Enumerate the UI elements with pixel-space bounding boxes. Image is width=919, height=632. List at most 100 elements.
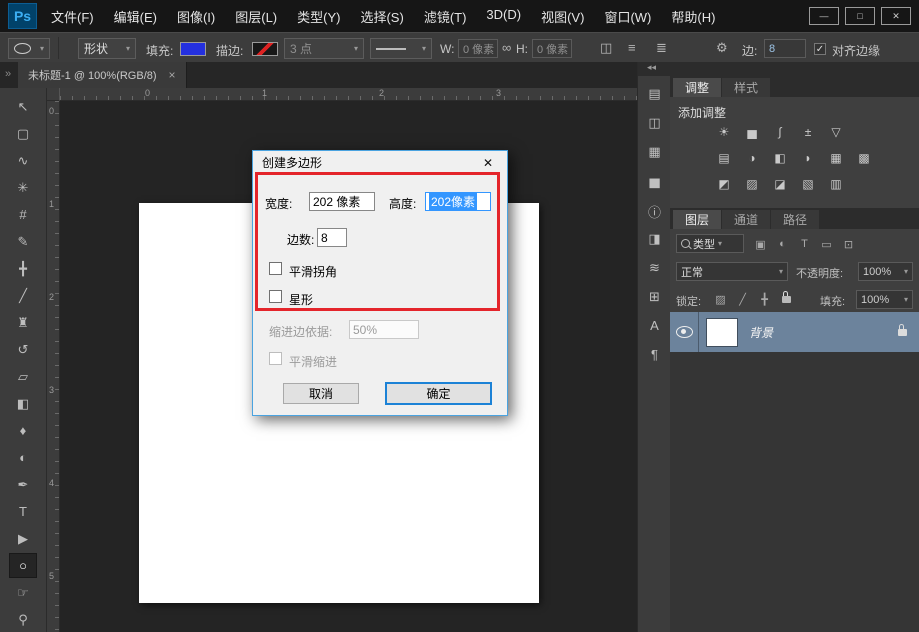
layer-row-background[interactable]: 背景 <box>670 312 919 352</box>
character-panel-icon[interactable]: A <box>638 318 671 333</box>
align-edges-checkbox[interactable]: ✓ <box>814 43 826 55</box>
brightness-contrast-icon[interactable]: ☀ <box>712 122 736 142</box>
swatches-panel-icon[interactable]: ▦ <box>638 144 671 160</box>
tab-channels[interactable]: 通道 <box>722 210 770 229</box>
clone-source-panel-icon[interactable]: ◫ <box>638 115 671 131</box>
edges-input[interactable]: 8 <box>764 39 806 58</box>
lock-transparent-icon[interactable]: ▨ <box>712 291 729 307</box>
ok-button[interactable]: 确定 <box>385 382 492 405</box>
black-white-icon[interactable]: ◧ <box>768 148 792 168</box>
exposure-icon[interactable]: ± <box>796 122 820 142</box>
fill-opacity-value[interactable]: 100% ▾ <box>856 290 913 309</box>
tool-mode-dropdown[interactable]: 形状 ▾ <box>78 38 136 59</box>
invert-icon[interactable]: ◩ <box>712 174 736 194</box>
histogram-panel-icon[interactable]: ▅ <box>638 173 671 189</box>
menu-window[interactable]: 窗口(W) <box>604 7 651 26</box>
tool-presets-panel-icon[interactable]: ⊞ <box>638 289 671 305</box>
levels-icon[interactable]: ▅ <box>740 122 764 142</box>
eyedropper-tool[interactable]: ✎ <box>9 229 37 254</box>
blur-tool[interactable]: ♦ <box>9 418 37 443</box>
adjustment-layer-filter-icon[interactable]: ◐ <box>774 236 791 252</box>
threshold-icon[interactable]: ◪ <box>768 174 792 194</box>
dodge-tool[interactable]: ◐ <box>9 445 37 470</box>
brush-tool[interactable]: ╱ <box>9 283 37 308</box>
ellipse-tool[interactable]: ○ <box>9 553 37 578</box>
vertical-ruler[interactable]: 012345 <box>47 101 60 632</box>
gradient-map-icon[interactable]: ▥ <box>824 174 848 194</box>
path-selection-tool[interactable]: ▶ <box>9 526 37 551</box>
link-dimensions-icon[interactable]: ∞ <box>502 40 511 56</box>
menu-layer[interactable]: 图层(L) <box>235 7 277 26</box>
menu-type[interactable]: 类型(Y) <box>297 7 340 26</box>
shape-width-input[interactable]: 0 像素 <box>458 39 498 58</box>
dialog-titlebar[interactable]: 创建多边形 ✕ <box>253 151 507 174</box>
document-tab[interactable]: 未标题-1 @ 100%(RGB/8) × <box>18 62 187 88</box>
shape-layer-filter-icon[interactable]: ▭ <box>818 236 835 252</box>
layer-filter-dropdown[interactable]: 类型 ▾ <box>676 234 744 253</box>
info-panel-icon[interactable]: ⓘ <box>638 202 671 221</box>
horizontal-ruler[interactable]: 0123 <box>60 88 637 101</box>
zoom-tool[interactable]: ⚲ <box>9 607 37 632</box>
height-input[interactable]: 202像素 <box>425 192 491 211</box>
menu-view[interactable]: 视图(V) <box>541 7 584 26</box>
smooth-corners-checkbox[interactable] <box>269 262 282 275</box>
posterize-icon[interactable]: ▨ <box>740 174 764 194</box>
toolbar-collapse-icon[interactable]: » <box>5 68 11 80</box>
menu-select[interactable]: 选择(S) <box>360 7 403 26</box>
cancel-button[interactable]: 取消 <box>283 383 359 404</box>
maximize-button[interactable]: □ <box>845 7 875 25</box>
history-brush-tool[interactable]: ↺ <box>9 337 37 362</box>
menu-filter[interactable]: 滤镜(T) <box>424 7 467 26</box>
path-operations-icon[interactable]: ◫ <box>600 40 612 56</box>
smart-object-filter-icon[interactable]: ⊡ <box>840 236 857 252</box>
properties-panel-icon[interactable]: ▤ <box>638 86 671 102</box>
blend-mode-dropdown[interactable]: 正常 ▾ <box>676 262 788 281</box>
lock-pixels-icon[interactable]: ╱ <box>734 291 751 307</box>
lasso-tool[interactable]: ∿ <box>9 148 37 173</box>
width-input[interactable]: 202 像素 <box>309 192 375 211</box>
menu-edit[interactable]: 编辑(E) <box>114 7 157 26</box>
paragraph-panel-icon[interactable]: ¶ <box>638 347 671 362</box>
menu-file[interactable]: 文件(F) <box>51 7 94 26</box>
color-lookup-icon[interactable]: ▩ <box>852 148 876 168</box>
selective-color-icon[interactable]: ▧ <box>796 174 820 194</box>
gear-icon[interactable]: ⚙ <box>716 40 728 56</box>
shape-height-input[interactable]: 0 像素 <box>532 39 572 58</box>
path-arrange-icon[interactable]: ≣ <box>656 40 667 56</box>
hue-saturation-icon[interactable]: ▤ <box>712 148 736 168</box>
tool-preset-dropdown[interactable]: ▾ <box>8 38 50 59</box>
sides-input[interactable]: 8 <box>317 228 347 247</box>
star-checkbox[interactable] <box>269 290 282 303</box>
pixel-layer-filter-icon[interactable]: ▣ <box>752 236 769 252</box>
tab-adjustments[interactable]: 调整 <box>673 78 721 97</box>
type-layer-filter-icon[interactable]: T <box>796 236 813 252</box>
vibrance-icon[interactable]: ▽ <box>824 122 848 142</box>
stroke-color-swatch[interactable] <box>252 42 278 56</box>
lock-position-icon[interactable]: ╋ <box>756 291 773 307</box>
curves-icon[interactable]: ∫ <box>768 122 792 142</box>
crop-tool[interactable]: # <box>9 202 37 227</box>
tab-paths[interactable]: 路径 <box>771 210 819 229</box>
close-tab-icon[interactable]: × <box>169 68 176 82</box>
color-balance-icon[interactable]: ◑ <box>740 148 764 168</box>
minimize-button[interactable]: — <box>809 7 839 25</box>
fill-color-swatch[interactable] <box>180 42 206 56</box>
menu-3d[interactable]: 3D(D) <box>486 7 521 26</box>
eraser-tool[interactable]: ▱ <box>9 364 37 389</box>
clone-stamp-tool[interactable]: ♜ <box>9 310 37 335</box>
lock-all-icon[interactable] <box>778 291 795 307</box>
tab-layers[interactable]: 图层 <box>673 210 721 229</box>
menu-image[interactable]: 图像(I) <box>177 7 215 26</box>
brush-panel-icon[interactable]: ≋ <box>638 260 671 276</box>
color-panel-icon[interactable]: ◨ <box>638 231 671 247</box>
opacity-value[interactable]: 100% ▾ <box>858 262 913 281</box>
tab-styles[interactable]: 样式 <box>722 78 770 97</box>
hand-tool[interactable]: ☞ <box>9 580 37 605</box>
visibility-toggle[interactable] <box>670 312 699 352</box>
photo-filter-icon[interactable]: ◗ <box>796 148 820 168</box>
type-tool[interactable]: T <box>9 499 37 524</box>
panels-collapse-icon[interactable]: ◂◂ <box>638 62 670 76</box>
channel-mixer-icon[interactable]: ▦ <box>824 148 848 168</box>
menu-help[interactable]: 帮助(H) <box>671 7 715 26</box>
close-icon[interactable]: ✕ <box>473 152 503 173</box>
